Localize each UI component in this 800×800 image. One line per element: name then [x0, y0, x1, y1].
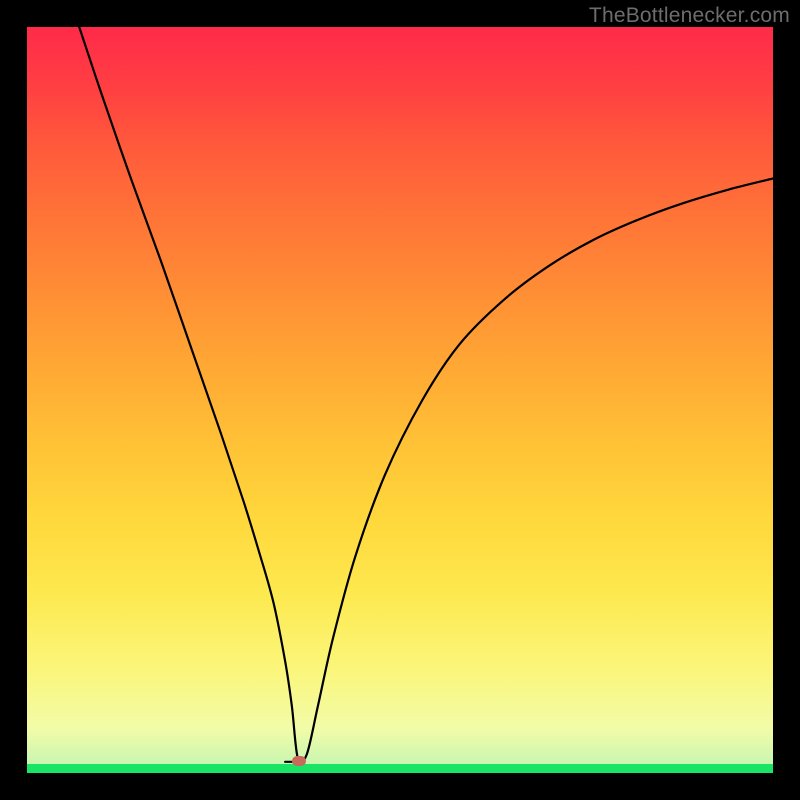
plot-area: [27, 27, 773, 773]
attribution-text: TheBottlenecker.com: [589, 4, 790, 28]
minimum-marker: [292, 756, 306, 766]
chart-frame: TheBottlenecker.com: [0, 0, 800, 800]
curve-svg: [27, 27, 773, 773]
bottleneck-curve: [79, 27, 773, 763]
